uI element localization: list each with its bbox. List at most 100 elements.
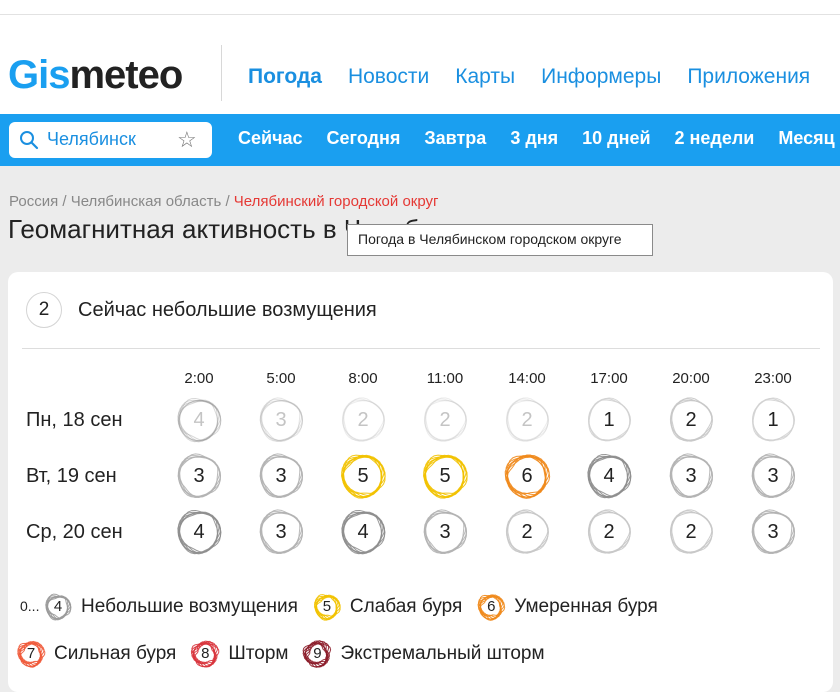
forecast-nav-bar: Челябинск ☆ Сейчас Сегодня Завтра 3 дня … — [0, 114, 840, 166]
activity-cell: 6 — [503, 452, 551, 500]
divider — [22, 348, 820, 349]
legend-row-1: 4 Небольшие возмущения 5 Слабая буря 6 Умерен… — [43, 592, 672, 622]
activity-cell: 3 — [257, 508, 305, 556]
tab-now[interactable]: Сейчас — [238, 128, 303, 149]
activity-value: 2 — [685, 521, 697, 543]
nav-apps[interactable]: Приложения — [687, 65, 810, 89]
city-search-box[interactable]: Челябинск ☆ — [9, 122, 212, 158]
time-label: 5:00 — [266, 370, 296, 387]
gismeteo-logo[interactable]: Gismeteo — [8, 51, 183, 99]
activity-value: 3 — [275, 521, 287, 543]
activity-cell: 3 — [749, 508, 797, 556]
breadcrumb-current[interactable]: Челябинский городской округ — [234, 193, 439, 210]
activity-cell: 3 — [257, 452, 305, 500]
legend-label: Экстремальный шторм — [340, 643, 545, 664]
activity-value: 4 — [603, 465, 615, 487]
activity-value: 5 — [439, 465, 451, 487]
site-header: Gismeteo Погода Новости Карты Информеры … — [0, 15, 840, 115]
activity-value: 5 — [357, 465, 369, 487]
breadcrumb-region[interactable]: Челябинская область — [71, 193, 222, 210]
activity-value: 3 — [767, 465, 779, 487]
legend-item: 8 Шторм — [190, 639, 288, 669]
activity-cell: 2 — [503, 508, 551, 556]
activity-value: 2 — [521, 521, 533, 543]
activity-value: 6 — [521, 465, 533, 487]
nav-maps[interactable]: Карты — [455, 65, 515, 89]
legend-label: Шторм — [228, 643, 289, 664]
activity-value: 2 — [685, 409, 697, 431]
activity-value: 3 — [439, 521, 451, 543]
breadcrumb-russia[interactable]: Россия — [9, 193, 58, 210]
activity-value: 2 — [357, 409, 369, 431]
tab-10-days[interactable]: 10 дней — [582, 128, 650, 149]
activity-cell: 2 — [667, 508, 715, 556]
legend-label: Небольшие возмущения — [81, 596, 298, 617]
favorite-star-icon[interactable]: ☆ — [177, 127, 197, 153]
legend-badge: 5 — [312, 592, 342, 622]
activity-cell: 4 — [339, 508, 387, 556]
main-nav: Погода Новости Карты Информеры Приложени… — [248, 65, 810, 89]
activity-cell: 1 — [749, 396, 797, 444]
legend-label: Умеренная буря — [514, 596, 658, 617]
legend-label: Слабая буря — [349, 596, 463, 617]
tab-2-weeks[interactable]: 2 недели — [675, 128, 755, 149]
tooltip: Погода в Челябинском городском округе — [347, 224, 653, 256]
legend-badge: 8 — [190, 639, 220, 669]
activity-value: 1 — [767, 409, 779, 431]
activity-cell: 2 — [667, 396, 715, 444]
activity-value: 1 — [603, 409, 615, 431]
time-label: 17:00 — [590, 370, 628, 387]
nav-news[interactable]: Новости — [348, 65, 429, 89]
legend-badge: 9 — [302, 639, 332, 669]
legend-badge: 4 — [43, 592, 73, 622]
header-divider — [221, 45, 222, 101]
legend-item: 5 Слабая буря — [312, 592, 462, 622]
activity-cell: 2 — [421, 396, 469, 444]
activity-value: 4 — [193, 409, 205, 431]
day-label: Пн, 18 сен — [26, 409, 123, 431]
activity-cell: 3 — [749, 452, 797, 500]
nav-weather[interactable]: Погода — [248, 65, 322, 89]
activity-value: 2 — [603, 521, 615, 543]
activity-value: 3 — [275, 409, 287, 431]
activity-cell: 4 — [175, 508, 223, 556]
activity-value: 2 — [521, 409, 533, 431]
time-label: 2:00 — [184, 370, 214, 387]
activity-cell: 4 — [175, 396, 223, 444]
activity-value: 4 — [193, 521, 205, 543]
tab-tomorrow[interactable]: Завтра — [424, 128, 486, 149]
activity-value: 2 — [439, 409, 451, 431]
time-label: 23:00 — [754, 370, 792, 387]
legend-item: 4 Небольшие возмущения — [43, 592, 298, 622]
geomagnetic-card: 2 Сейчас небольшие возмущения 2:00 5:00 … — [8, 272, 833, 692]
activity-value: 3 — [193, 465, 205, 487]
activity-cell: 3 — [175, 452, 223, 500]
activity-value: 3 — [767, 521, 779, 543]
search-icon[interactable] — [19, 130, 39, 155]
period-tabs: Сейчас Сегодня Завтра 3 дня 10 дней 2 не… — [238, 128, 835, 149]
activity-cell: 2 — [339, 396, 387, 444]
city-search-value[interactable]: Челябинск — [47, 129, 136, 150]
activity-cell: 5 — [421, 452, 469, 500]
top-strip — [0, 0, 840, 15]
activity-cell: 3 — [257, 396, 305, 444]
legend-badge: 6 — [476, 592, 506, 622]
tab-month[interactable]: Месяц — [778, 128, 834, 149]
legend-label: Сильная буря — [54, 643, 177, 664]
legend-item: 6 Умеренная буря — [476, 592, 658, 622]
activity-cell: 5 — [339, 452, 387, 500]
tab-3-days[interactable]: 3 дня — [510, 128, 558, 149]
activity-cell: 2 — [503, 396, 551, 444]
activity-cell: 4 — [585, 452, 633, 500]
current-activity-text: Сейчас небольшие возмущения — [78, 298, 377, 321]
legend-badge: 7 — [16, 639, 46, 669]
nav-informers[interactable]: Информеры — [541, 65, 661, 89]
legend-row-2: 7 Сильная буря 8 Шторм 9 Экстремальный шторм — [16, 639, 559, 669]
activity-value: 3 — [275, 465, 287, 487]
time-label: 8:00 — [348, 370, 378, 387]
time-label: 11:00 — [426, 370, 464, 387]
legend-item: 9 Экстремальный шторм — [302, 639, 545, 669]
tab-today[interactable]: Сегодня — [327, 128, 401, 149]
activity-value: 3 — [685, 465, 697, 487]
breadcrumb: Россия / Челябинская область / Челябинск… — [9, 193, 439, 210]
